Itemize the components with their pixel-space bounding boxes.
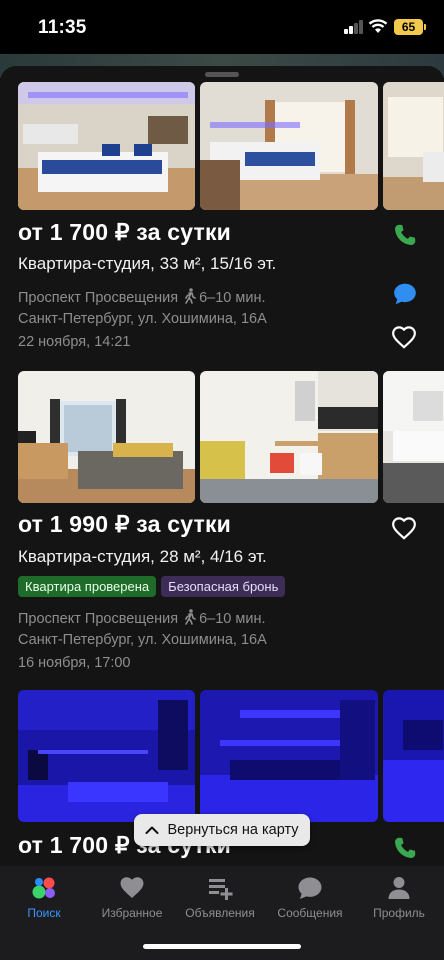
profile-icon — [388, 877, 410, 899]
listing-price: от 1 700 ₽ за сутки — [18, 219, 231, 245]
favorite-heart-icon[interactable] — [391, 516, 417, 542]
chat-bubble-icon — [298, 877, 322, 899]
listing-badges: Квартира проверена Безопасная бронь — [18, 576, 286, 597]
walk-time: 6–10 мин. — [199, 290, 266, 306]
back-to-map-button[interactable]: Вернуться на карту — [134, 814, 310, 846]
tab-favorites[interactable]: Избранное — [88, 874, 176, 920]
chevron-up-icon — [145, 826, 159, 834]
listing-address: Санкт-Петербург, ул. Хошимина, 16А — [18, 311, 267, 327]
phone-icon[interactable] — [392, 835, 418, 861]
metro-station: Проспект Просвещения — [18, 290, 179, 306]
status-bar: 11:35 65 — [0, 0, 444, 56]
tab-search[interactable]: Поиск — [0, 874, 88, 920]
tab-label: Избранное — [101, 906, 163, 920]
metro-station: Проспект Просвещения — [18, 611, 179, 627]
listing-card[interactable]: от 1 990 ₽ за сутки Квартира-студия, 28 … — [0, 371, 444, 671]
phone-icon[interactable] — [392, 222, 418, 248]
listing-metro: Проспект Просвещения 6–10 мин. — [18, 609, 265, 627]
listing-photo[interactable] — [383, 690, 444, 822]
sheet-grabber[interactable] — [205, 72, 239, 77]
photo-carousel[interactable] — [18, 371, 444, 503]
listing-date: 22 ноября, 14:21 — [18, 334, 131, 350]
listing-photo[interactable] — [200, 371, 378, 503]
safe-booking-badge: Безопасная бронь — [161, 576, 286, 597]
back-to-map-label: Вернуться на карту — [167, 822, 299, 838]
chat-icon[interactable] — [392, 281, 418, 307]
wifi-icon — [368, 19, 388, 33]
home-indicator[interactable] — [143, 944, 301, 949]
photo-carousel[interactable] — [18, 82, 444, 210]
cellular-signal-icon — [344, 20, 364, 34]
status-time: 11:35 — [38, 17, 87, 38]
post-ad-icon — [209, 879, 233, 900]
tab-label: Объявления — [185, 906, 255, 920]
walk-icon — [185, 288, 196, 304]
listing-card[interactable]: от 1 700 ₽ за сутки Квартира-студия, 33 … — [0, 82, 444, 362]
walk-icon — [185, 609, 196, 625]
listing-photo[interactable] — [18, 690, 195, 822]
tab-label: Профиль — [373, 906, 425, 920]
results-sheet[interactable]: от 1 700 ₽ за сутки Квартира-студия, 33 … — [0, 66, 444, 866]
tab-label: Поиск — [27, 906, 61, 920]
battery-indicator: 65 — [394, 19, 426, 35]
listing-photo[interactable] — [383, 371, 444, 503]
tab-ads[interactable]: Объявления — [176, 874, 264, 920]
favorite-heart-icon[interactable] — [391, 325, 417, 351]
search-dots-icon — [32, 877, 55, 899]
tab-label: Сообщения — [277, 906, 343, 920]
listing-photo[interactable] — [200, 82, 378, 210]
listing-photo[interactable] — [200, 690, 378, 822]
listing-photo[interactable] — [18, 82, 195, 210]
listing-subtitle: Квартира-студия, 33 м², 15/16 эт. — [18, 254, 277, 273]
photo-carousel[interactable] — [18, 690, 444, 822]
tab-messages[interactable]: Сообщения — [266, 874, 354, 920]
listing-photo[interactable] — [18, 371, 195, 503]
listing-price: от 1 990 ₽ за сутки — [18, 511, 231, 537]
listing-photo[interactable] — [383, 82, 444, 210]
listing-address: Санкт-Петербург, ул. Хошимина, 16А — [18, 632, 267, 648]
listing-subtitle: Квартира-студия, 28 м², 4/16 эт. — [18, 547, 267, 566]
verified-badge: Квартира проверена — [18, 576, 157, 597]
listing-date: 16 ноября, 17:00 — [18, 655, 131, 671]
tab-profile[interactable]: Профиль — [355, 874, 443, 920]
listing-metro: Проспект Просвещения 6–10 мин. — [18, 288, 265, 306]
walk-time: 6–10 мин. — [199, 611, 266, 627]
heart-icon — [120, 877, 144, 898]
